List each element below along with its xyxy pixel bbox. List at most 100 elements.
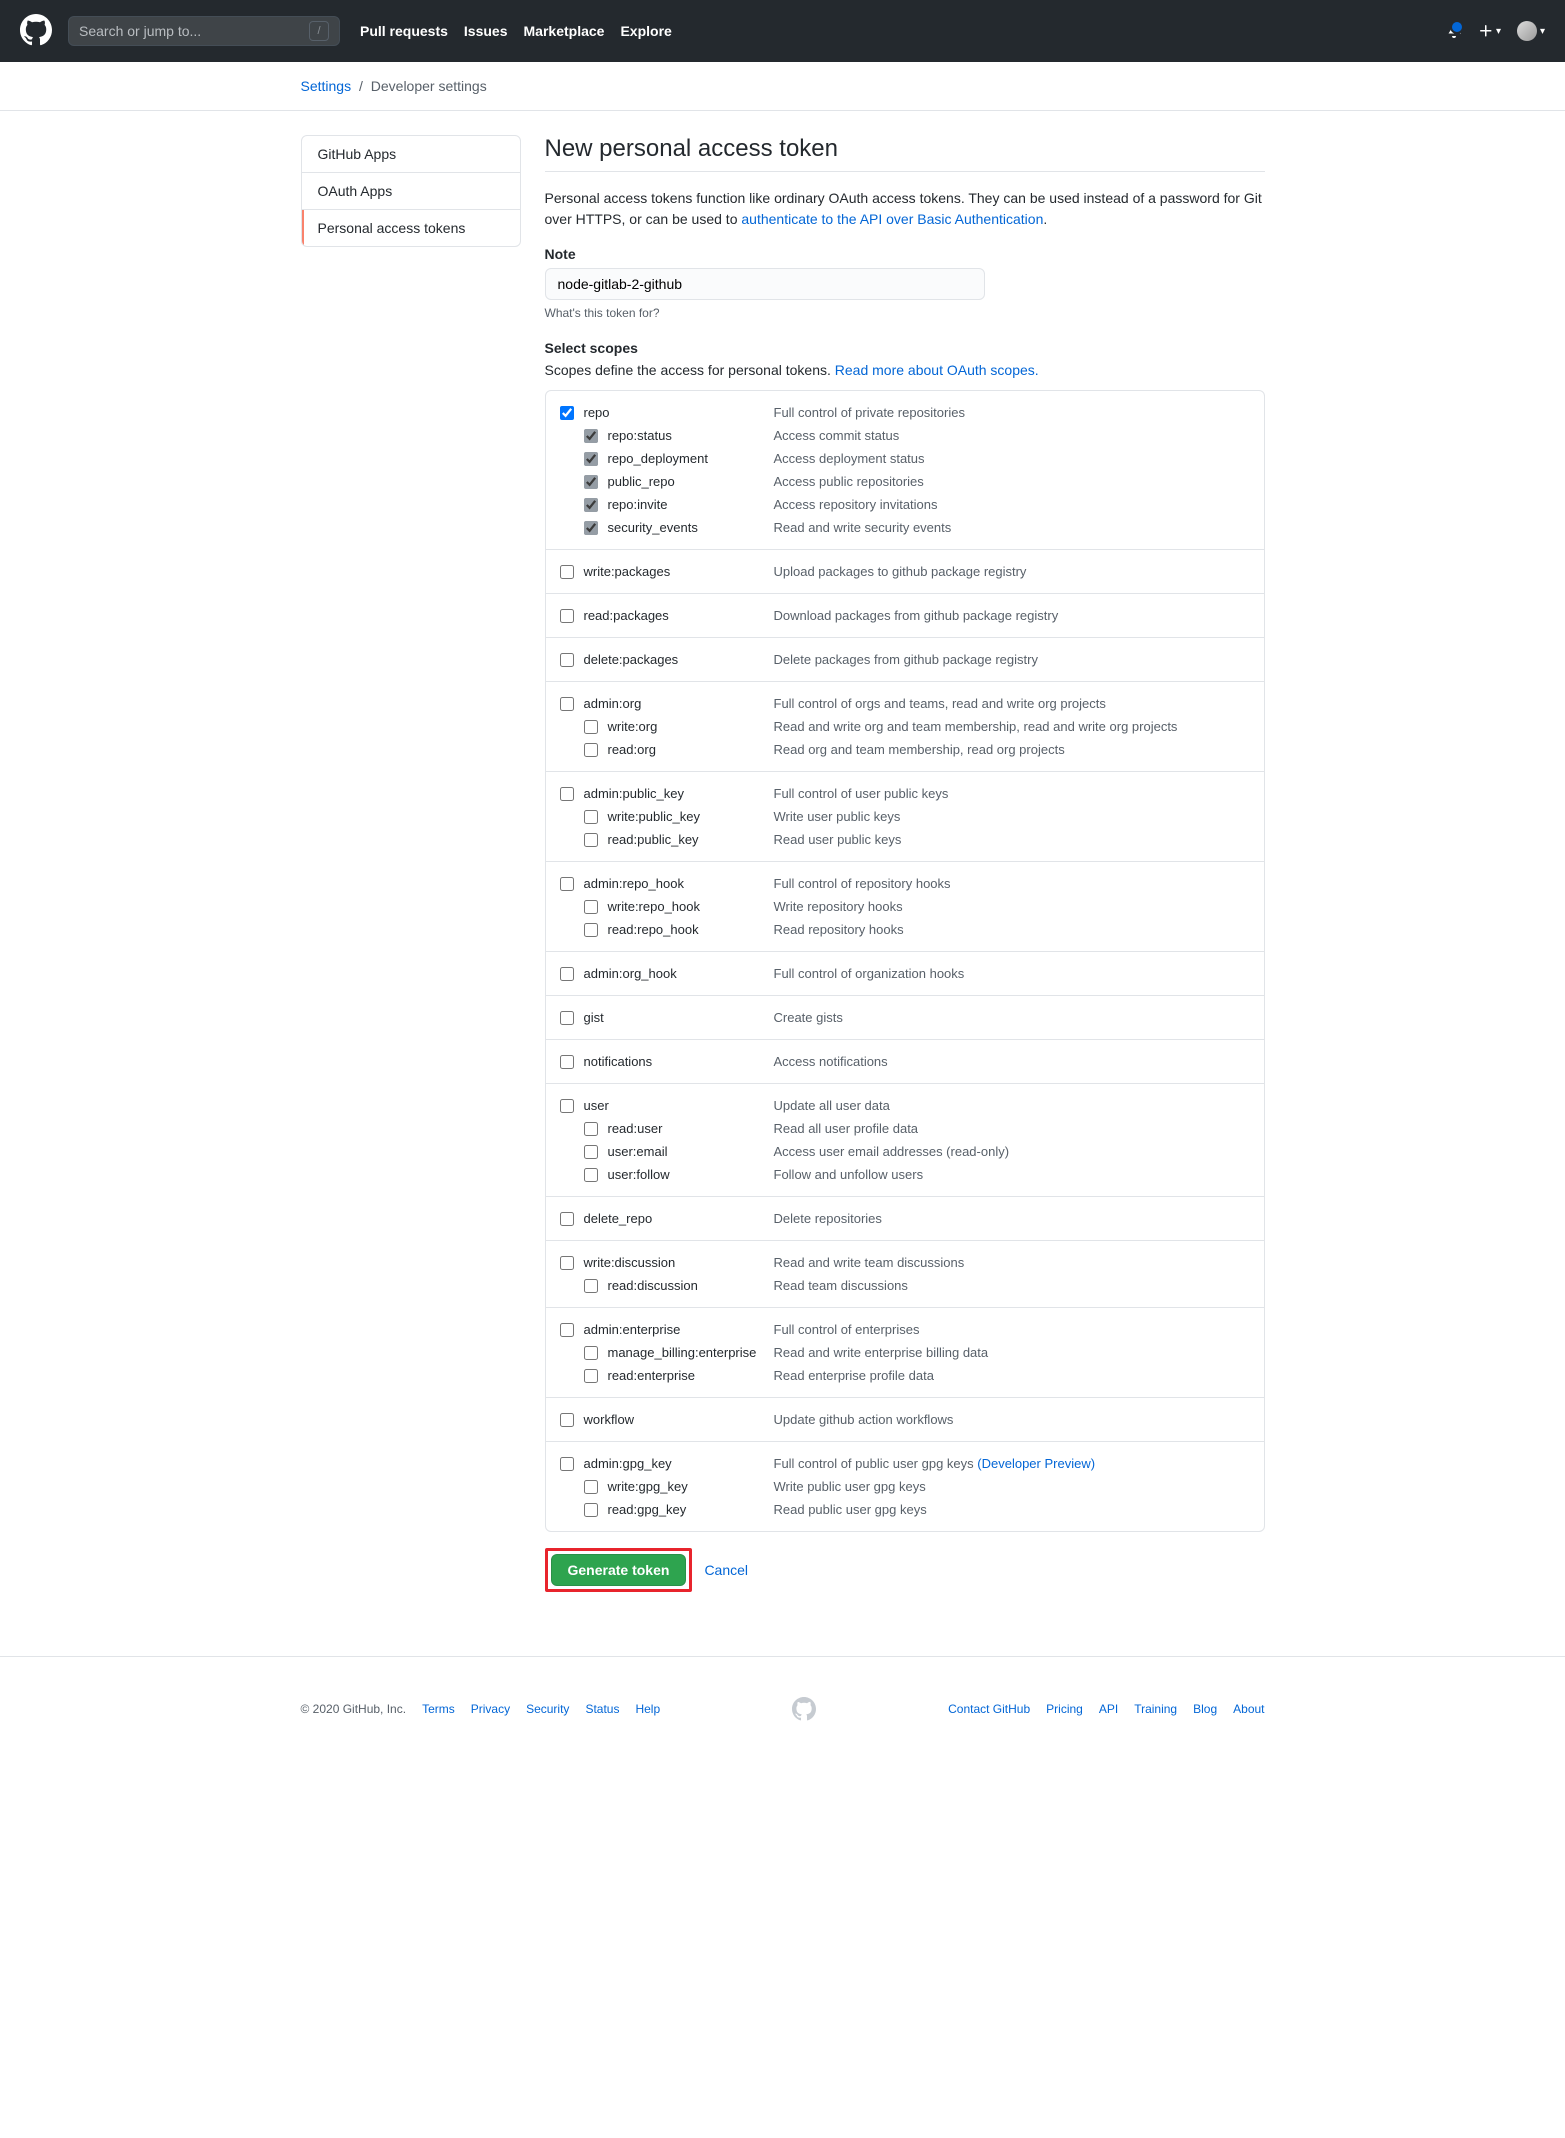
scopes-link[interactable]: Read more about OAuth scopes. [835,362,1039,378]
scope-checkbox-repo[interactable] [560,406,574,420]
footer-privacy[interactable]: Privacy [471,1702,510,1716]
scope-checkbox-write-packages[interactable] [560,565,574,579]
github-logo[interactable] [20,14,52,49]
scope-description: Upload packages to github package regist… [774,564,1027,579]
scope-checkbox-repo-deployment[interactable] [584,452,598,466]
scope-checkbox-write-discussion[interactable] [560,1256,574,1270]
scope-row: delete:packagesDelete packages from gith… [560,648,1250,671]
scope-checkbox-manage-billing-enterprise[interactable] [584,1346,598,1360]
breadcrumb-bar: Settings / Developer settings [0,62,1565,111]
scope-checkbox-write-repo-hook[interactable] [584,900,598,914]
scope-checkbox-read-org[interactable] [584,743,598,757]
scope-name: repo [584,405,774,420]
scope-description: Read enterprise profile data [774,1368,934,1383]
create-menu[interactable]: ▾ [1478,23,1501,39]
main-content: New personal access token Personal acces… [545,135,1265,1592]
nav-marketplace[interactable]: Marketplace [524,23,605,39]
footer-about[interactable]: About [1233,1702,1264,1716]
nav-explore[interactable]: Explore [620,23,671,39]
footer-help[interactable]: Help [635,1702,660,1716]
footer-terms[interactable]: Terms [422,1702,455,1716]
sidebar-item-personal-tokens[interactable]: Personal access tokens [302,210,520,246]
scope-checkbox-write-org[interactable] [584,720,598,734]
scope-row: write:packagesUpload packages to github … [560,560,1250,583]
github-mark-icon [20,14,52,46]
scope-checkbox-gist[interactable] [560,1011,574,1025]
scope-checkbox-read-user[interactable] [584,1122,598,1136]
scope-checkbox-repo-invite[interactable] [584,498,598,512]
scope-name: admin:org_hook [584,966,774,981]
scope-row: read:orgRead org and team membership, re… [560,738,1250,761]
scope-description: Read org and team membership, read org p… [774,742,1065,757]
scope-checkbox-read-discussion[interactable] [584,1279,598,1293]
scope-checkbox-admin-org-hook[interactable] [560,967,574,981]
github-mark-icon [792,1697,816,1721]
scope-checkbox-read-repo-hook[interactable] [584,923,598,937]
scope-row: security_eventsRead and write security e… [560,516,1250,539]
scope-group: notificationsAccess notifications [546,1040,1264,1084]
scope-checkbox-delete-packages[interactable] [560,653,574,667]
scope-row: read:userRead all user profile data [560,1117,1250,1140]
scope-checkbox-read-public-key[interactable] [584,833,598,847]
scopes-list: repoFull control of private repositories… [545,390,1265,1532]
scope-checkbox-admin-gpg-key[interactable] [560,1457,574,1471]
nav-issues[interactable]: Issues [464,23,508,39]
breadcrumb-current: Developer settings [371,78,487,94]
footer-right: Contact GitHub Pricing API Training Blog… [948,1702,1264,1716]
scope-description: Access deployment status [774,451,925,466]
scope-row: manage_billing:enterpriseRead and write … [560,1341,1250,1364]
scope-group: delete:packagesDelete packages from gith… [546,638,1264,682]
scope-checkbox-admin-public-key[interactable] [560,787,574,801]
caret-down-icon: ▾ [1540,26,1545,37]
scope-checkbox-user[interactable] [560,1099,574,1113]
scope-preview-link[interactable]: (Developer Preview) [977,1456,1095,1471]
scope-checkbox-admin-enterprise[interactable] [560,1323,574,1337]
footer-blog[interactable]: Blog [1193,1702,1217,1716]
scope-checkbox-delete-repo[interactable] [560,1212,574,1226]
scope-checkbox-write-gpg-key[interactable] [584,1480,598,1494]
scope-checkbox-workflow[interactable] [560,1413,574,1427]
search-input[interactable]: Search or jump to... / [68,16,340,46]
generate-token-button[interactable]: Generate token [551,1554,687,1586]
footer-api[interactable]: API [1099,1702,1118,1716]
scope-description: Read and write team discussions [774,1255,965,1270]
scope-checkbox-public-repo[interactable] [584,475,598,489]
notifications-icon[interactable] [1446,22,1462,41]
footer-security[interactable]: Security [526,1702,569,1716]
sidebar-item-github-apps[interactable]: GitHub Apps [302,136,520,173]
breadcrumb-settings[interactable]: Settings [301,78,352,94]
scope-checkbox-read-enterprise[interactable] [584,1369,598,1383]
scope-checkbox-repo-status[interactable] [584,429,598,443]
avatar-icon [1517,21,1537,41]
scope-checkbox-read-packages[interactable] [560,609,574,623]
footer-training[interactable]: Training [1134,1702,1177,1716]
scope-checkbox-admin-org[interactable] [560,697,574,711]
header-right: ▾ ▾ [1446,21,1545,41]
scope-name: read:packages [584,608,774,623]
note-input[interactable] [545,268,985,300]
scope-row: gistCreate gists [560,1006,1250,1029]
scope-checkbox-write-public-key[interactable] [584,810,598,824]
scope-checkbox-notifications[interactable] [560,1055,574,1069]
scope-row: write:public_keyWrite user public keys [560,805,1250,828]
user-menu[interactable]: ▾ [1517,21,1545,41]
scope-name: gist [584,1010,774,1025]
nav-pull-requests[interactable]: Pull requests [360,23,448,39]
scope-description: Read all user profile data [774,1121,919,1136]
scope-group: admin:enterpriseFull control of enterpri… [546,1308,1264,1398]
scope-checkbox-security-events[interactable] [584,521,598,535]
footer-status[interactable]: Status [585,1702,619,1716]
auth-api-link[interactable]: authenticate to the API over Basic Authe… [741,211,1043,227]
scope-row: write:gpg_keyWrite public user gpg keys [560,1475,1250,1498]
scope-description: Full control of enterprises [774,1322,920,1337]
scope-checkbox-read-gpg-key[interactable] [584,1503,598,1517]
scope-description: Read user public keys [774,832,902,847]
sidebar-item-oauth-apps[interactable]: OAuth Apps [302,173,520,210]
scope-row: admin:enterpriseFull control of enterpri… [560,1318,1250,1341]
cancel-link[interactable]: Cancel [704,1562,748,1578]
footer-contact[interactable]: Contact GitHub [948,1702,1030,1716]
footer-pricing[interactable]: Pricing [1046,1702,1083,1716]
scope-checkbox-admin-repo-hook[interactable] [560,877,574,891]
scope-checkbox-user-email[interactable] [584,1145,598,1159]
scope-checkbox-user-follow[interactable] [584,1168,598,1182]
